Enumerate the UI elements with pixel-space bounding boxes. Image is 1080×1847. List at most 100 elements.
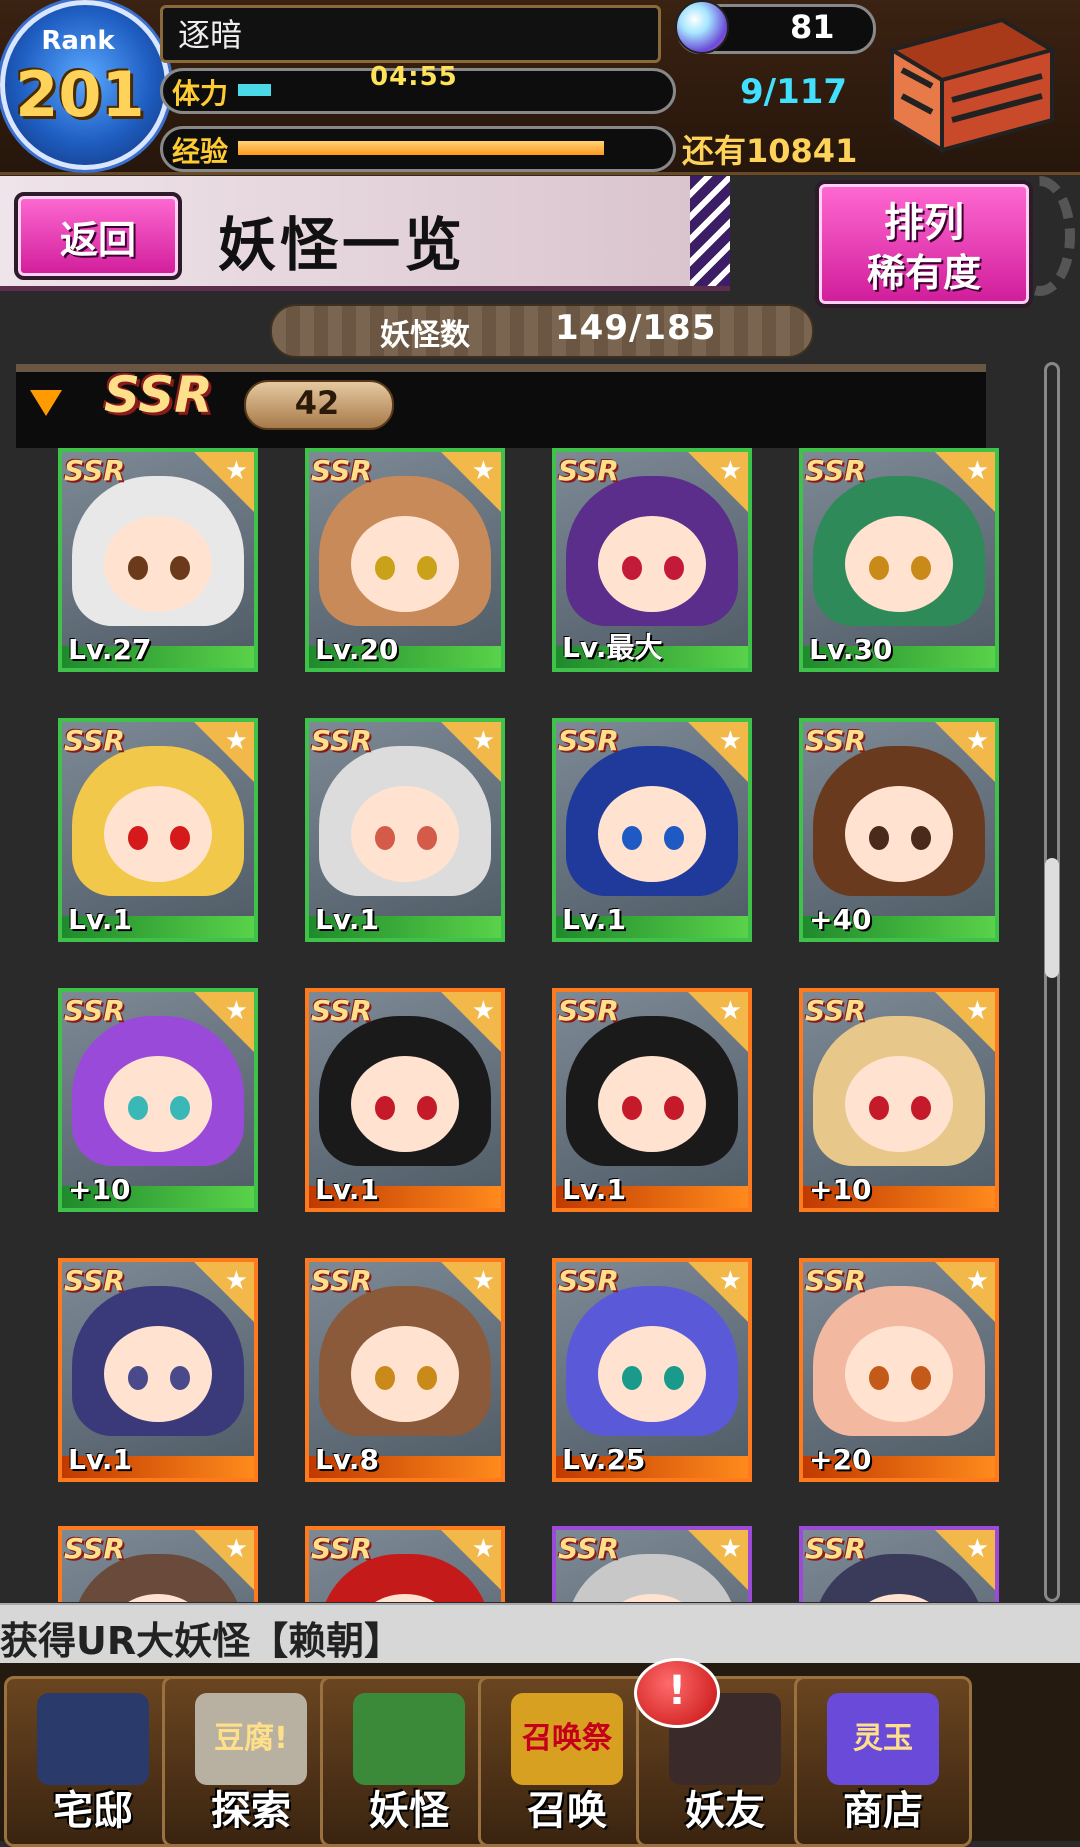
card-level: +10 [809, 1173, 872, 1206]
alert-badge: ! [634, 1658, 720, 1728]
star-icon: ★ [471, 996, 495, 1026]
star-icon: ★ [718, 996, 742, 1026]
yokai-face [104, 1326, 212, 1422]
back-button[interactable]: 返回 [14, 192, 182, 280]
yokai-eye [375, 826, 395, 850]
card-rarity: SSR [805, 454, 866, 487]
yokai-card[interactable]: ★ SSR +20 [799, 1258, 999, 1482]
collapse-arrow-icon[interactable] [30, 390, 62, 416]
nav-yokai-scroll[interactable]: 妖怪 [320, 1676, 498, 1847]
yokai-card[interactable]: ★ SSR Lv.1 [305, 718, 505, 942]
yokai-face [845, 1056, 953, 1152]
yokai-card[interactable]: ★ SSR Lv.1 [58, 1258, 258, 1482]
yokai-card[interactable]: ★ SSR Lv.20 [305, 448, 505, 672]
star-icon: ★ [224, 1534, 248, 1564]
title-stripe [690, 176, 730, 286]
yokai-eye [664, 556, 684, 580]
nav-badge-text: 灵玉 [853, 1721, 913, 1756]
card-level: +40 [809, 903, 872, 936]
yokai-card[interactable]: ★ SSR Lv.1 [552, 718, 752, 942]
nav-shop-orb[interactable]: 灵玉 商店 [794, 1676, 972, 1847]
card-rarity: SSR [558, 454, 619, 487]
yokai-count-value: 149/185 [555, 308, 717, 348]
yokai-card[interactable]: ★ SSR +10 [58, 988, 258, 1212]
yokai-eye [622, 1096, 642, 1120]
yokai-eye [664, 1096, 684, 1120]
yokai-card[interactable]: ★ SSR Lv.30 [799, 448, 999, 672]
player-name: 逐暗 [178, 16, 243, 54]
yokai-card[interactable]: ★ SSR Lv.27 [58, 448, 258, 672]
yokai-face [104, 516, 212, 612]
card-rarity: SSR [805, 994, 866, 1027]
yokai-eye [417, 1366, 437, 1390]
sort-button[interactable]: 排列 稀有度 [815, 180, 1033, 308]
nav-label: 妖友 [685, 1788, 765, 1834]
nav-label: 商店 [843, 1788, 923, 1834]
yokai-eye [622, 556, 642, 580]
yokai-card[interactable]: ★ SSR Lv.25 [552, 1258, 752, 1482]
yokai-card[interactable]: ★ SSR [552, 1526, 752, 1602]
card-rarity: SSR [558, 994, 619, 1027]
yokai-face [845, 786, 953, 882]
section-rarity-label: SSR [104, 366, 213, 424]
yokai-eye [128, 556, 148, 580]
nav-label: 妖怪 [369, 1788, 449, 1834]
card-rarity: SSR [311, 1532, 372, 1565]
card-level: Lv.最大 [562, 631, 663, 664]
card-level: Lv.1 [68, 903, 132, 936]
yokai-eye [869, 556, 889, 580]
yokai-card[interactable]: ★ SSR Lv.最大 [552, 448, 752, 672]
card-level: Lv.1 [562, 903, 626, 936]
star-icon: ★ [471, 726, 495, 756]
card-rarity: SSR [558, 724, 619, 757]
card-level: Lv.30 [809, 633, 893, 666]
star-icon: ★ [718, 726, 742, 756]
card-rarity: SSR [311, 454, 372, 487]
star-icon: ★ [718, 456, 742, 486]
yokai-face [845, 516, 953, 612]
yokai-eye [128, 1366, 148, 1390]
yokai-eye [417, 1096, 437, 1120]
yokai-eye [911, 1366, 931, 1390]
card-rarity: SSR [311, 1264, 372, 1297]
scrollbar-thumb[interactable] [1045, 858, 1059, 978]
mansion-icon [37, 1693, 149, 1785]
yokai-eye [664, 1366, 684, 1390]
yokai-card[interactable]: ★ SSR +40 [799, 718, 999, 942]
card-rarity: SSR [805, 1532, 866, 1565]
yokai-eye [170, 826, 190, 850]
star-icon: ★ [471, 456, 495, 486]
scrollbar-track[interactable] [1044, 362, 1060, 1602]
yokai-eye [869, 1366, 889, 1390]
yokai-face [351, 1326, 459, 1422]
star-icon: ★ [224, 1266, 248, 1296]
star-icon: ★ [224, 996, 248, 1026]
yokai-card[interactable]: ★ SSR Lv.1 [552, 988, 752, 1212]
nav-badge-text: 豆腐! [214, 1721, 288, 1756]
nav-explore-tofu[interactable]: 豆腐! 探索 [162, 1676, 340, 1847]
yokai-eye [170, 1096, 190, 1120]
yokai-face [845, 1326, 953, 1422]
yokai-count-bar [270, 304, 814, 358]
yokai-eye [911, 1096, 931, 1120]
yokai-face [351, 516, 459, 612]
page-title: 妖怪一览 [218, 211, 467, 279]
nav-mansion[interactable]: 宅邸 [4, 1676, 182, 1847]
yokai-card[interactable]: ★ SSR [58, 1526, 258, 1602]
yokai-card[interactable]: ★ SSR Lv.1 [305, 988, 505, 1212]
yokai-card[interactable]: ★ SSR [305, 1526, 505, 1602]
nav-summon-festival[interactable]: 召唤祭 召唤 [478, 1676, 656, 1847]
yokai-card[interactable]: ★ SSR Lv.8 [305, 1258, 505, 1482]
section-count: 42 [294, 384, 340, 422]
yokai-card[interactable]: ★ SSR +10 [799, 988, 999, 1212]
yokai-card[interactable]: ★ SSR Lv.1 [58, 718, 258, 942]
yokai-card[interactable]: ★ SSR [799, 1526, 999, 1602]
exp-label: 经验 [172, 135, 229, 168]
treasure-chest-icon[interactable] [882, 10, 1060, 158]
yokai-eye [170, 556, 190, 580]
star-icon: ★ [471, 1266, 495, 1296]
card-level: Lv.20 [315, 633, 399, 666]
yokai-eye [664, 826, 684, 850]
yokai-eye [375, 1096, 395, 1120]
nav-badge-text: 召唤祭 [522, 1721, 612, 1756]
